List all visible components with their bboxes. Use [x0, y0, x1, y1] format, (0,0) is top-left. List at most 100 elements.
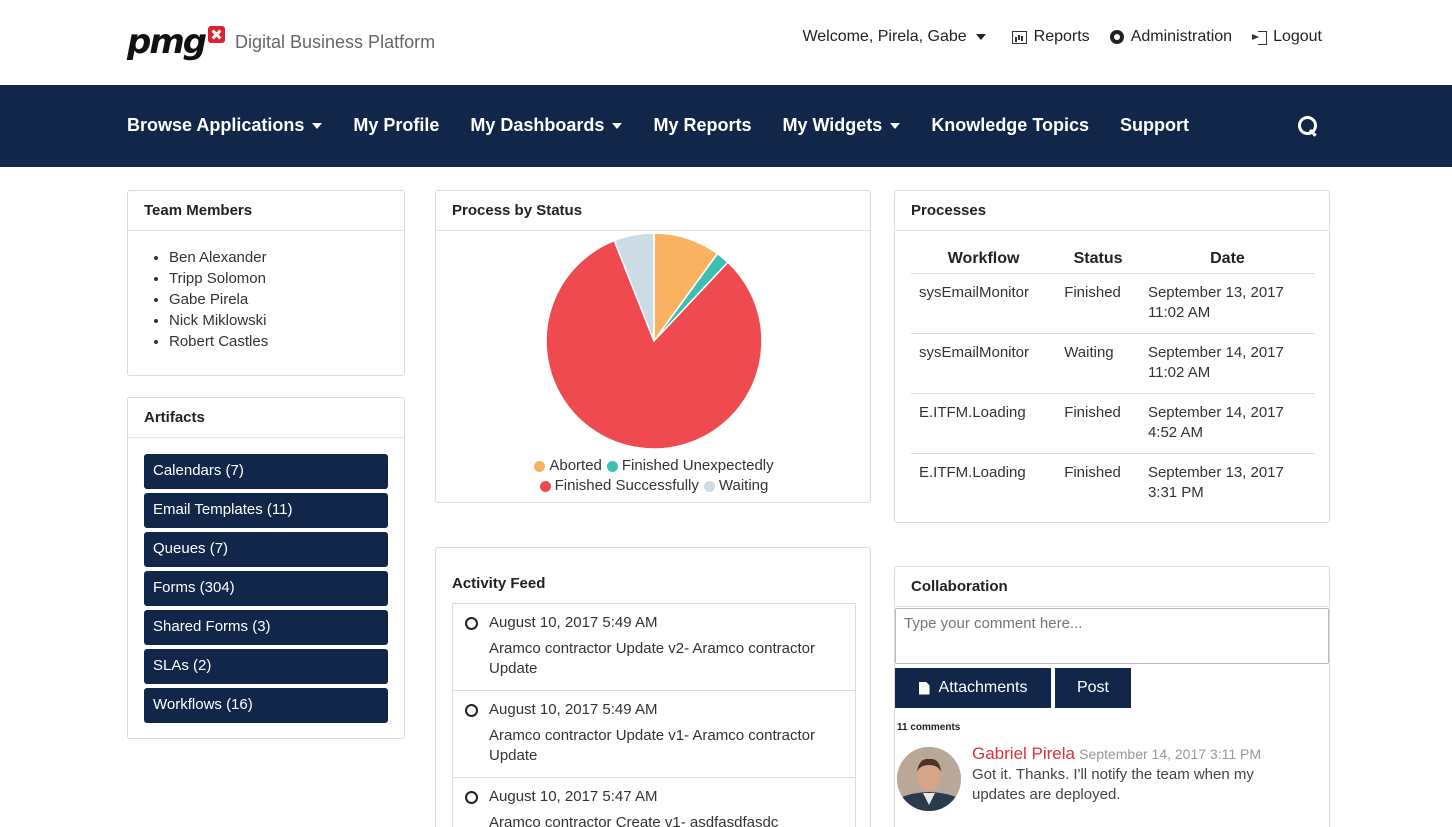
nav-my-widgets[interactable]: My Widgets	[782, 115, 901, 136]
status-cell: Finished	[1056, 393, 1140, 454]
workflow-cell: sysEmailMonitor	[911, 273, 1057, 334]
circle-icon	[465, 791, 478, 804]
avatar-image	[897, 747, 961, 811]
nav-my-reports[interactable]: My Reports	[653, 115, 751, 136]
nav-my-profile[interactable]: My Profile	[353, 115, 439, 136]
team-members-list: Ben Alexander Tripp Solomon Gabe Pirela …	[128, 231, 404, 352]
circle-icon	[465, 617, 478, 630]
avatar[interactable]	[897, 747, 961, 811]
panel-title: Processes	[895, 191, 1329, 231]
artifact-queues-button[interactable]: Queues (7)	[144, 532, 388, 567]
table-row[interactable]: E.ITFM.Loading Finished September 14, 20…	[911, 393, 1315, 454]
status-cell: Finished	[1064, 463, 1121, 481]
table-row[interactable]: E.ITFM.Loading Finished September 13, 20…	[911, 453, 1315, 513]
logout-icon	[1252, 31, 1268, 45]
legend-item-finished-unexpectedly[interactable]: Finished Unexpectedly	[606, 456, 774, 476]
date-cell: September 14, 2017 11:02 AM	[1139, 333, 1315, 394]
attachments-button[interactable]: Attachments	[895, 668, 1051, 708]
artifact-email-templates-button[interactable]: Email Templates (11)	[144, 493, 388, 528]
column-header-workflow[interactable]: Workflow	[911, 249, 1057, 274]
activity-feed-list: August 10, 2017 5:49 AM Aramco contracto…	[452, 603, 856, 827]
activity-timestamp: August 10, 2017 5:47 AM	[489, 788, 658, 805]
activity-text: Aramco contractor Create v1- asdfasdfasd…	[489, 814, 779, 827]
date-cell: September 13, 2017 11:02 AM	[1139, 273, 1315, 334]
comment-input[interactable]	[895, 608, 1329, 664]
comment-author[interactable]: Gabriel Pirela	[972, 744, 1075, 763]
date-text: September 14, 2017	[1147, 403, 1284, 421]
nav-label: My Dashboards	[470, 115, 605, 135]
legend-swatch	[703, 480, 715, 492]
status-pie-chart	[545, 232, 763, 450]
nav-browse-applications[interactable]: Browse Applications	[127, 115, 323, 136]
table-row[interactable]: sysEmailMonitor Finished September 13, 2…	[911, 273, 1315, 334]
activity-text: Aramco contractor Update v2- Aramco cont…	[489, 640, 815, 677]
workflow-cell: sysEmailMonitor	[911, 333, 1057, 394]
panel-title: Activity Feed	[452, 575, 546, 592]
panel-title: Artifacts	[128, 398, 404, 438]
team-member: Nick Miklowski	[169, 310, 404, 331]
artifact-shared-forms-button[interactable]: Shared Forms (3)	[144, 610, 388, 645]
artifacts-panel: Artifacts Calendars (7) Email Templates …	[127, 397, 405, 739]
nav-label: Browse Applications	[127, 115, 305, 135]
attachments-label: Attachments	[938, 679, 1028, 696]
date-text: September 13, 2017	[1147, 463, 1284, 481]
pmg-logo[interactable]: pmg	[127, 22, 226, 64]
welcome-user-menu[interactable]: Welcome, Pirela, Gabe	[802, 28, 986, 46]
processes-table: Workflow Status Date sysEmailMonitor Fin…	[911, 249, 1315, 513]
time-text: 4:52 AM	[1147, 423, 1203, 441]
nav-label: Knowledge Topics	[931, 115, 1089, 135]
workflow-cell: E.ITFM.Loading	[911, 393, 1057, 454]
legend-item-finished-successfully[interactable]: Finished Successfully	[539, 476, 699, 496]
post-button[interactable]: Post	[1055, 668, 1131, 708]
legend-label: Finished Unexpectedly	[621, 457, 774, 474]
team-member: Robert Castles	[169, 331, 404, 352]
table-row[interactable]: sysEmailMonitor Waiting September 14, 20…	[911, 333, 1315, 394]
bar-chart-icon	[1011, 30, 1027, 44]
artifact-forms-button[interactable]: Forms (304)	[144, 571, 388, 606]
nav-my-dashboards[interactable]: My Dashboards	[470, 115, 623, 136]
date-text: September 13, 2017	[1147, 283, 1284, 301]
nav-knowledge-topics[interactable]: Knowledge Topics	[931, 115, 1089, 136]
team-member: Ben Alexander	[169, 247, 404, 268]
artifact-calendars-button[interactable]: Calendars (7)	[144, 454, 388, 489]
status-cell: Finished	[1056, 273, 1140, 334]
comment-item: Gabriel Pirela September 14, 2017 3:11 P…	[972, 744, 1302, 805]
logout-link[interactable]: Logout	[1252, 28, 1322, 46]
chevron-down-icon	[612, 122, 623, 129]
panel-title: Process by Status	[436, 191, 870, 231]
top-navigation: Welcome, Pirela, Gabe Reports Administra…	[802, 28, 1322, 46]
status-cell: Waiting	[1056, 333, 1140, 394]
gear-icon	[1109, 30, 1124, 44]
logo-text: pmg	[127, 22, 207, 62]
column-header-date[interactable]: Date	[1139, 249, 1315, 274]
nav-label: My Profile	[353, 115, 440, 135]
artifact-slas-button[interactable]: SLAs (2)	[144, 649, 388, 684]
artifact-workflows-button[interactable]: Workflows (16)	[144, 688, 388, 723]
circle-icon	[465, 704, 478, 717]
platform-title: Digital Business Platform	[235, 32, 436, 52]
legend-swatch	[534, 460, 546, 472]
activity-timestamp: August 10, 2017 5:49 AM	[489, 701, 658, 718]
chevron-down-icon	[312, 122, 323, 129]
comment-count: 11 comments	[897, 722, 961, 733]
list-item[interactable]: August 10, 2017 5:49 AM Aramco contracto…	[453, 691, 855, 778]
nav-support[interactable]: Support	[1120, 115, 1189, 136]
column-header-status[interactable]: Status	[1056, 249, 1140, 274]
date-text: September 14, 2017	[1147, 343, 1284, 361]
legend-item-waiting[interactable]: Waiting	[703, 476, 769, 496]
list-item[interactable]: August 10, 2017 5:49 AM Aramco contracto…	[453, 604, 855, 691]
process-by-status-panel: Process by Status Aborted Finished Unexp…	[435, 190, 871, 503]
administration-link[interactable]: Administration	[1109, 28, 1232, 46]
time-text: 3:31 PM	[1147, 483, 1204, 501]
legend-item-aborted[interactable]: Aborted	[534, 456, 602, 476]
legend-label: Waiting	[718, 477, 769, 494]
file-icon	[918, 681, 930, 695]
legend-label: Finished Successfully	[554, 477, 699, 494]
workflow-cell: E.ITFM.Loading	[919, 463, 1026, 481]
list-item[interactable]: August 10, 2017 5:47 AM Aramco contracto…	[453, 778, 855, 827]
panel-title: Team Members	[128, 191, 404, 231]
chevron-down-icon	[890, 122, 901, 129]
search-icon[interactable]	[1298, 116, 1318, 136]
welcome-label: Welcome, Pirela, Gabe	[802, 28, 967, 45]
reports-link[interactable]: Reports	[1011, 28, 1090, 46]
